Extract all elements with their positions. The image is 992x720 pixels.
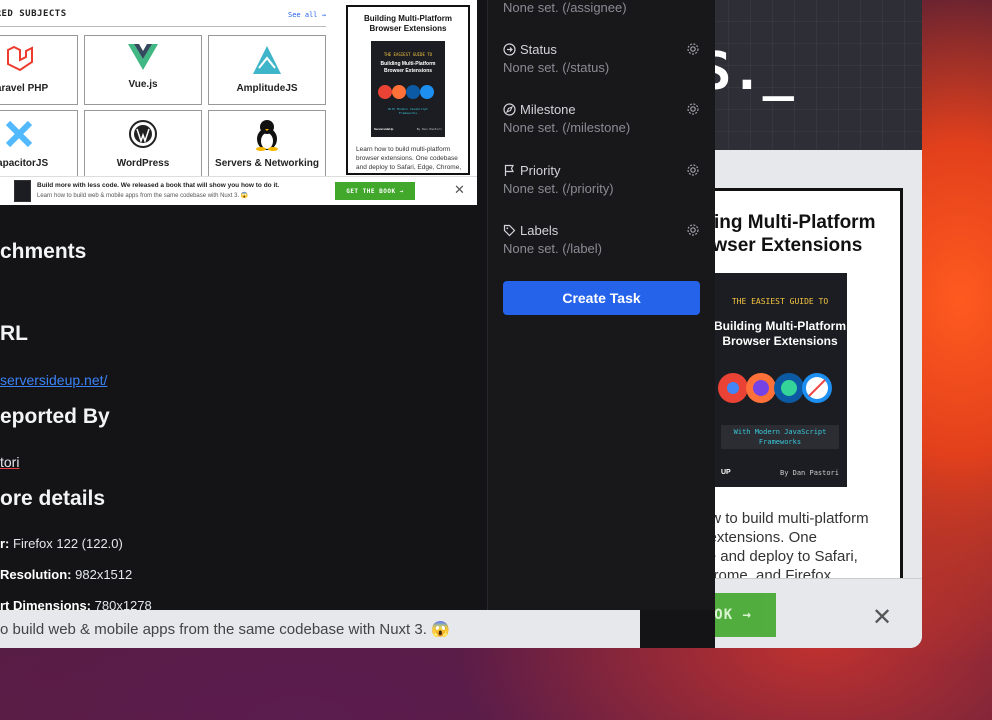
cover-author: By Dan Pastori [779,469,839,477]
milestone-icon [503,102,516,116]
resolution-detail-value: 982x1512 [75,567,133,582]
attachments-heading: chments [0,240,87,263]
browser-detail-value: Firefox 122 (122.0) [13,536,123,551]
milestone-field: Milestone None set. (/milestone) [503,100,700,135]
task-sidebar: None set. (/assignee) Status None set. (… [488,0,715,610]
wordpress-icon [129,120,157,148]
subject-card-amplitude[interactable]: AmplitudeJS [208,35,326,105]
subject-label: WordPress [116,158,170,169]
gear-icon[interactable] [686,42,700,56]
cover-subtitle: With Modern JavaScript Frameworks [388,107,428,115]
subject-card-wordpress[interactable]: WordPress [84,110,202,180]
labels-value: None set. (/label) [503,241,602,256]
book-description: Learn how to build multi-platform browse… [356,146,462,171]
book-cover: THE EASIEST GUIDE TO Building Multi-Plat… [371,41,445,137]
laravel-icon [7,45,33,72]
cover-brand: ServersideUp [374,127,394,131]
labels-label: Labels [520,222,559,238]
book-thumbnail-icon [14,180,31,202]
status-value: None set. (/status) [503,60,610,75]
cover-kicker: THE EASIEST GUIDE TO [731,297,829,306]
promo-title: Build more with less code. We released a… [37,182,280,189]
linux-icon [256,120,278,151]
resolution-detail-label: Resolution: [0,567,72,582]
browser-logos-icon [378,85,434,99]
url-link[interactable]: serversideup.net/ [0,372,107,388]
priority-label: Priority [520,162,561,178]
create-task-button[interactable]: Create Task [503,281,700,315]
background-promo-strip: o build web & mobile apps from the same … [0,610,640,648]
subject-card-vue[interactable]: Vue.js [84,35,202,105]
tag-icon [503,224,516,237]
section-divider [0,26,326,27]
cover-title: Building Multi-Platform Browser Extensio… [714,319,846,348]
resolution-detail: Resolution: 982x1512 [0,567,132,582]
gear-icon[interactable] [686,223,700,237]
flag-icon [503,164,516,177]
cover-author: By Dan Pastori [416,127,442,131]
background-book-card: Building Multi-Platform Browser Extensio… [651,188,903,588]
background-book-cover: THE EASIEST GUIDE TO Building Multi-Plat… [713,273,847,487]
status-icon [503,42,516,56]
cover-subtitle: With Modern JavaScript Frameworks [721,425,839,449]
milestone-label: Milestone [520,101,576,117]
assignee-field: None set. (/assignee) [503,0,700,15]
capacitor-icon [5,120,33,148]
featured-subjects-heading: FEATURED SUBJECTS [0,9,67,19]
subject-card-laravel[interactable]: Laravel PHP [0,35,78,105]
promo-subtitle: Learn how to build web & mobile apps fro… [37,193,249,199]
subject-card-capacitor[interactable]: CapacitorJS [0,110,78,180]
see-all-link[interactable]: See all → [288,11,326,19]
subject-label: AmplitudeJS [236,83,298,94]
cover-brand: UP [721,469,731,476]
gear-icon[interactable] [686,102,700,116]
browser-detail-label: r: [0,536,10,551]
reporter-name: tori [0,454,20,470]
status-label: Status [520,41,557,57]
milestone-value: None set. (/milestone) [503,120,631,135]
screenshot-preview: FEATURED SUBJECTS See all → Laravel PHP … [0,0,477,205]
priority-value: None set. (/priority) [503,181,614,196]
subject-label: Laravel PHP [0,83,49,94]
reported-by-heading: eported By [0,405,110,428]
labels-field: Labels None set. (/label) [503,221,700,256]
subject-label: Vue.js [128,79,158,90]
promo-bar: Build more with less code. We released a… [0,176,477,205]
url-heading: RL [0,322,28,345]
cover-kicker: THE EASIEST GUIDE TO [383,52,433,57]
book-promo-panel[interactable]: Building Multi-Platform Browser Extensio… [346,5,470,175]
promo-strip-text: o build web & mobile apps from the same … [0,621,450,638]
subject-label: CapacitorJS [0,158,49,169]
vue-icon [128,44,158,70]
more-details-heading: ore details [0,487,106,510]
subject-card-servers[interactable]: Servers & Networking [208,110,326,180]
book-title: Building Multi-Platform Browser Extensio… [364,14,452,33]
gear-icon[interactable] [686,163,700,177]
cover-title: Building Multi-Platform Browser Extensio… [380,61,436,74]
close-icon[interactable]: ✕ [454,183,465,197]
subject-label: Servers & Networking [215,158,319,169]
browser-logos-icon [718,373,832,403]
amplitude-icon [253,46,281,74]
browser-detail: r: Firefox 122 (122.0) [0,536,123,551]
close-icon[interactable]: ✕ [872,603,892,632]
get-book-button[interactable]: GET THE BOOK → [335,182,415,200]
status-field: Status None set. (/status) [503,40,700,75]
task-app-window: FEATURED SUBJECTS See all → Laravel PHP … [0,0,715,648]
priority-field: Priority None set. (/priority) [503,161,700,196]
assignee-value: None set. (/assignee) [503,0,627,15]
